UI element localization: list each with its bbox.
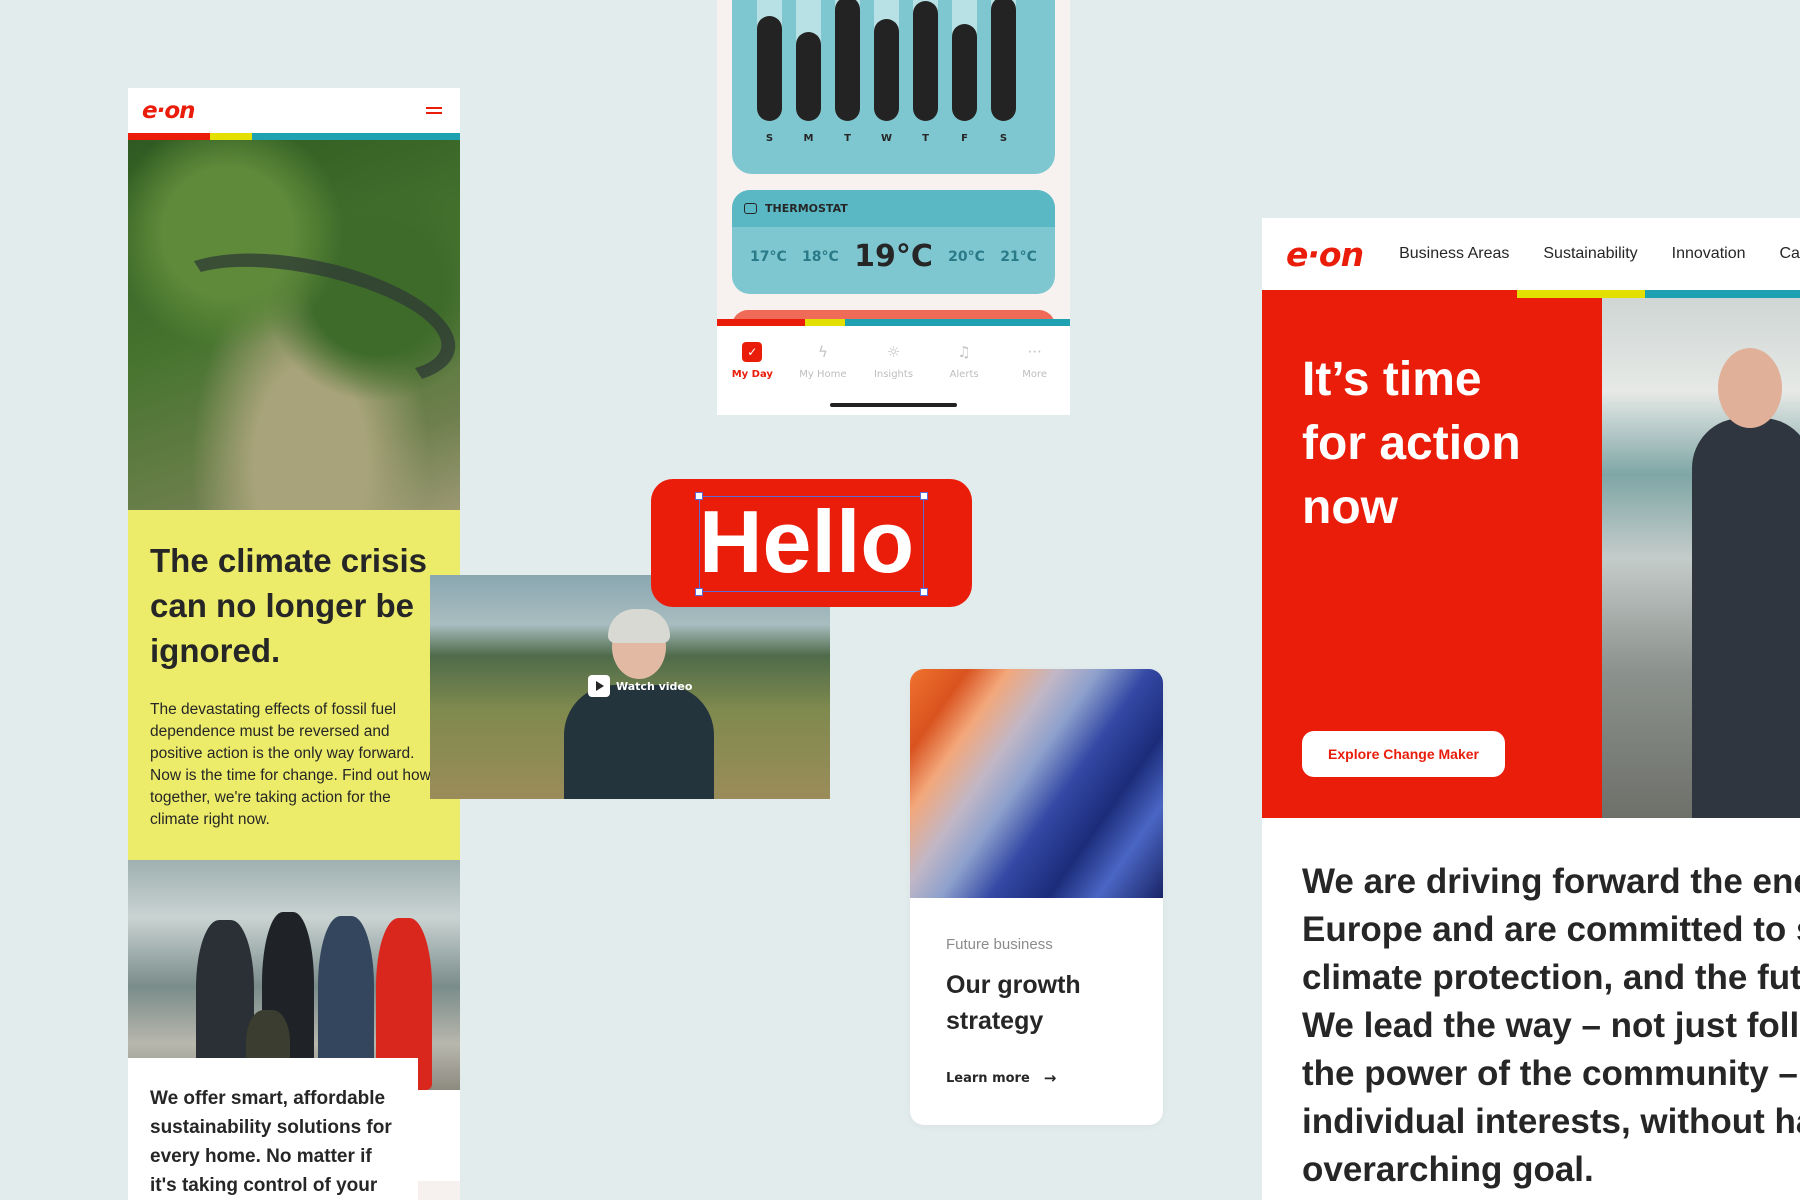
more-icon: ··· <box>1027 343 1042 361</box>
day-label: T <box>922 133 929 144</box>
tab-insights[interactable]: ☼ Insights <box>863 342 923 380</box>
nav-sustainability[interactable]: Sustainability <box>1543 245 1637 263</box>
day-label: S <box>765 133 774 144</box>
check-icon: ✓ <box>742 342 763 362</box>
growth-strategy-card[interactable]: Future business Our growth strategy Lear… <box>910 669 1163 1125</box>
card-title: Our growth strategy <box>946 971 1081 1035</box>
team-glacier-image <box>128 860 460 1090</box>
eon-logo[interactable]: e·on <box>1286 235 1364 274</box>
temp-selected[interactable]: 19°C <box>854 239 933 274</box>
solutions-section: We offer smart, affordable sustainabilit… <box>128 1058 418 1200</box>
hero-title-line: It’s time <box>1302 353 1482 406</box>
brand-stripe <box>1262 290 1800 298</box>
usage-bar[interactable] <box>835 0 860 121</box>
play-icon <box>588 675 610 697</box>
abstract-swirl-image <box>910 669 1163 898</box>
day-label: S <box>999 133 1008 144</box>
bell-icon: ♫ <box>957 343 971 361</box>
forest-aerial-image <box>128 140 460 510</box>
thermostat-header: THERMOSTAT <box>732 190 1055 227</box>
climate-body: The devastating effects of fossil fuel d… <box>150 701 435 828</box>
energy-app: S M T W T F S THERMOSTAT 17°C 18°C 19°C 20°C 2… <box>717 0 1070 415</box>
usage-bar[interactable] <box>874 19 899 121</box>
learn-more-link[interactable]: Learn more → <box>946 1069 1127 1087</box>
mission-line: overarching goal. <box>1302 1150 1594 1189</box>
eon-logo[interactable]: e·on <box>142 98 196 124</box>
presenter-image <box>554 609 724 799</box>
usage-bar[interactable] <box>757 16 782 121</box>
tab-bar: ✓ My Day ϟ My Home ☼ Insights ♫ Alerts ·… <box>717 326 1070 415</box>
temp-option[interactable]: 21°C <box>1000 249 1037 265</box>
thermostat-icon <box>744 203 757 214</box>
learn-more-label: Learn more <box>946 1070 1030 1086</box>
nav-careers[interactable]: Care <box>1780 245 1800 263</box>
mission-line: Europe and are committed to s <box>1302 910 1800 949</box>
desktop-page: e·on Business Areas Sustainability Innov… <box>1262 218 1800 1200</box>
usage-bar[interactable] <box>796 32 821 121</box>
tab-my-day[interactable]: ✓ My Day <box>722 342 782 380</box>
temp-option[interactable]: 20°C <box>948 249 985 265</box>
nav-business-areas[interactable]: Business Areas <box>1399 245 1509 263</box>
resize-handle-tl[interactable] <box>695 492 703 500</box>
mission-line: climate protection, and the futu <box>1302 958 1800 997</box>
tab-more[interactable]: ··· More <box>1005 342 1065 380</box>
mission-line: individual interests, without ha <box>1302 1102 1800 1141</box>
hero-panel: It’s time for action now Explore Change … <box>1262 290 1602 818</box>
resize-handle-bl[interactable] <box>695 588 703 596</box>
tab-label: More <box>1022 369 1048 380</box>
hello-badge: Hello <box>651 479 972 607</box>
menu-icon[interactable] <box>426 107 442 114</box>
watch-video-button[interactable]: Watch video <box>588 675 692 697</box>
selection-box <box>695 492 928 596</box>
tab-label: My Day <box>731 369 773 380</box>
temperature-selector: 17°C 18°C 19°C 20°C 21°C <box>732 227 1055 274</box>
arrow-right-icon: → <box>1043 1069 1057 1087</box>
tab-alerts[interactable]: ♫ Alerts <box>934 342 994 380</box>
video-player[interactable]: Watch video <box>430 575 830 799</box>
top-navigation: e·on Business Areas Sustainability Innov… <box>1262 218 1800 290</box>
resize-handle-tr[interactable] <box>920 492 928 500</box>
brand-stripe <box>717 319 1070 326</box>
climate-headline: The climate crisis can no longer be igno… <box>150 542 427 669</box>
hero-title: It’s time for action now <box>1302 348 1521 540</box>
day-label: W <box>880 133 893 144</box>
mission-line: We lead the way – not just follo <box>1302 1006 1800 1045</box>
temp-option[interactable]: 18°C <box>802 249 839 265</box>
home-indicator <box>830 403 957 407</box>
nav-innovation[interactable]: Innovation <box>1672 245 1746 263</box>
mission-line: the power of the community – <box>1302 1054 1798 1093</box>
hero-title-line: for action <box>1302 417 1521 470</box>
explore-change-maker-button[interactable]: Explore Change Maker <box>1302 731 1505 777</box>
resize-handle-br[interactable] <box>920 588 928 596</box>
tab-label: My Home <box>799 369 847 380</box>
day-label: M <box>803 133 814 144</box>
day-label: F <box>961 133 968 144</box>
tab-label: Insights <box>873 369 914 380</box>
hero-title-line: now <box>1302 481 1398 534</box>
brand-stripe <box>128 133 460 140</box>
card-edge <box>418 1181 460 1200</box>
usage-bar[interactable] <box>991 0 1016 121</box>
usage-bar[interactable] <box>952 24 977 121</box>
mission-line: We are driving forward the ene <box>1302 862 1800 901</box>
mobile-page: e·on The climate crisis can no longer be… <box>128 88 460 1200</box>
card-kicker: Future business <box>946 936 1053 953</box>
day-label: T <box>844 133 851 144</box>
glacier-person-image <box>1602 298 1800 818</box>
watch-video-label: Watch video <box>616 679 693 693</box>
sun-icon: ☼ <box>886 343 901 361</box>
temp-option[interactable]: 17°C <box>750 249 787 265</box>
tab-my-home[interactable]: ϟ My Home <box>793 342 853 380</box>
usage-chart: SMTWTFS <box>732 0 1055 174</box>
mission-statement: We are driving forward the ene Europe an… <box>1302 858 1800 1194</box>
tab-label: Alerts <box>949 369 979 380</box>
solutions-text: We offer smart, affordable sustainabilit… <box>150 1088 392 1196</box>
usage-bar[interactable] <box>913 1 938 121</box>
thermostat-label: THERMOSTAT <box>765 202 848 215</box>
thermostat-card: THERMOSTAT 17°C 18°C 19°C 20°C 21°C <box>732 190 1055 294</box>
mobile-header: e·on <box>128 88 460 133</box>
bolt-icon: ϟ <box>817 343 828 361</box>
climate-section: The climate crisis can no longer be igno… <box>128 510 460 860</box>
